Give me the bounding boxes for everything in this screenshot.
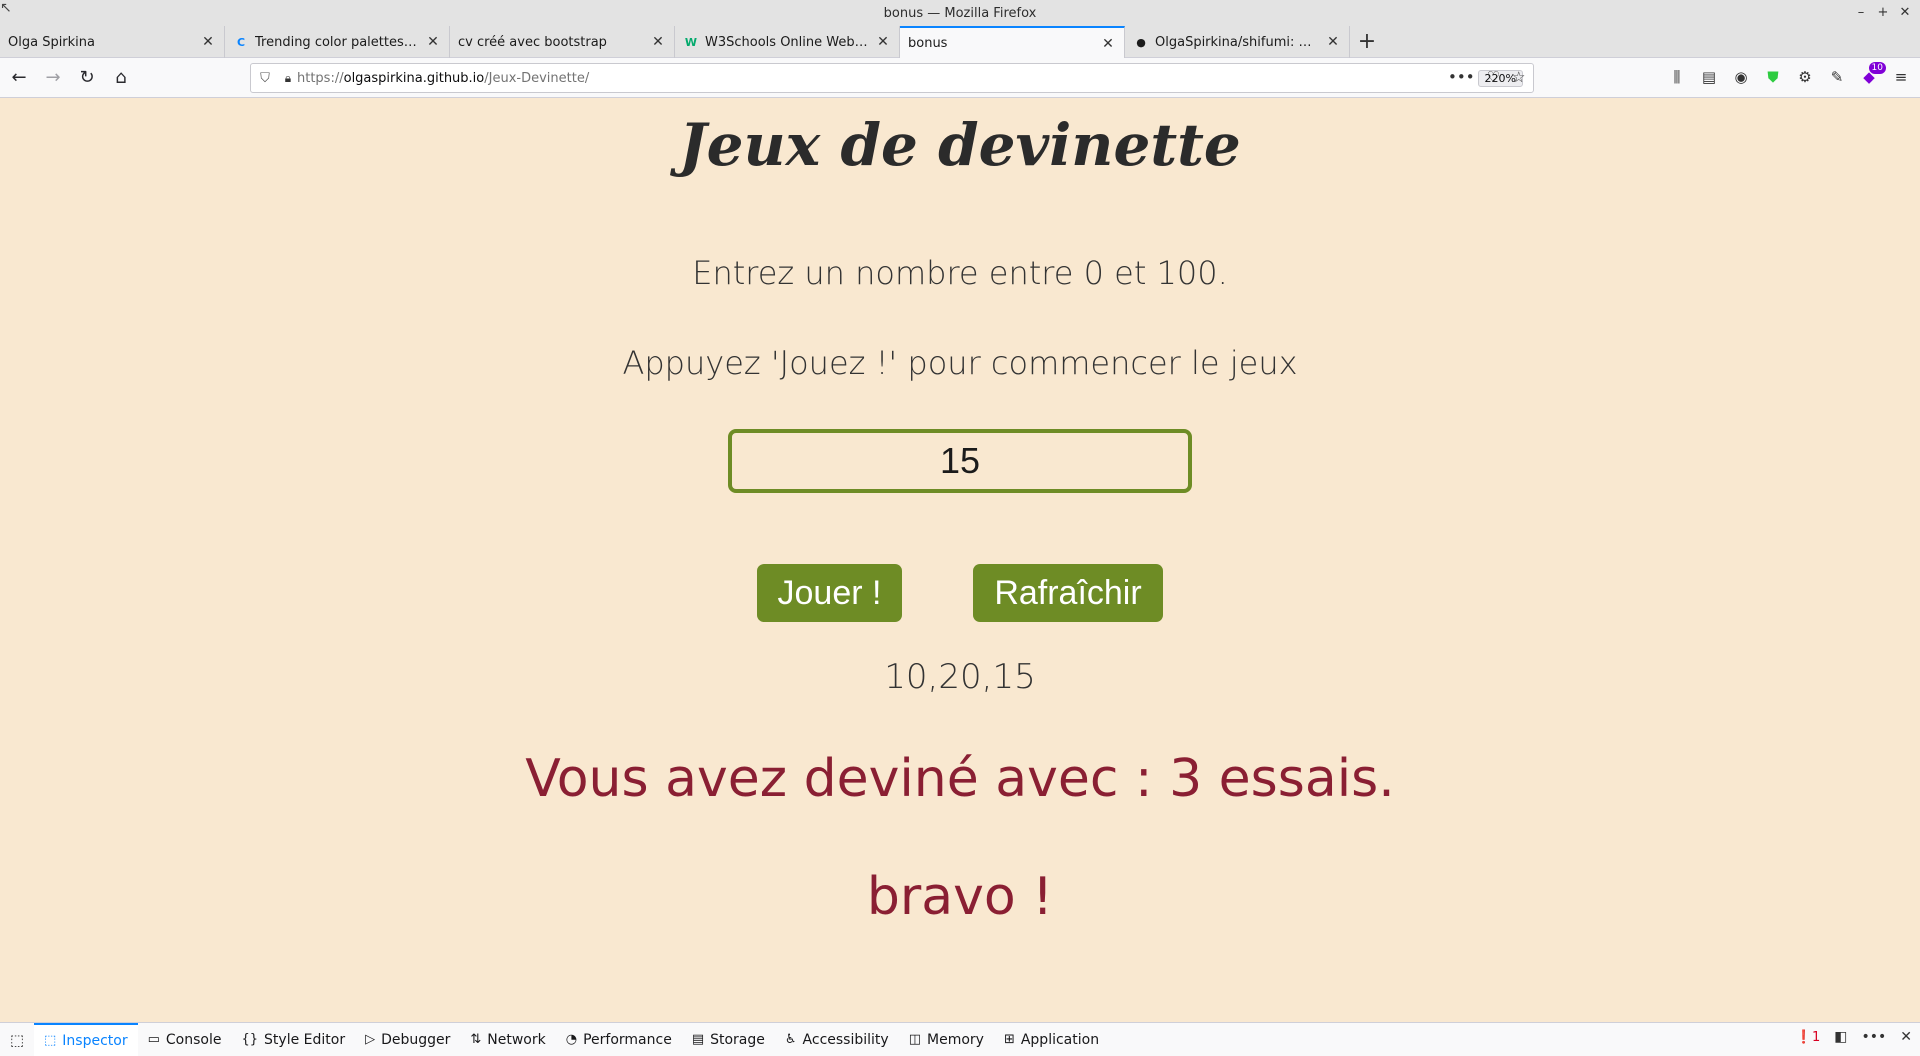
devtools-tab-inspector[interactable]: ⬚ Inspector (34, 1022, 138, 1056)
close-tab-icon[interactable]: ✕ (650, 34, 666, 50)
tab-cv-bootstrap[interactable]: cv créé avec bootstrap ✕ (450, 26, 675, 58)
instruction-range: Entrez un nombre entre 0 et 100. (692, 254, 1228, 292)
devtools-right-controls: ❗1 ◧ ••• ✕ (1796, 1029, 1912, 1045)
instruction-start: Appuyez 'Jouez !' pour commencer le jeux (622, 344, 1298, 382)
tracking-protection-icon[interactable]: ⛉ (251, 71, 279, 86)
cursor-icon: ↖ (0, 0, 12, 16)
refresh-button[interactable]: Rafraîchir (973, 564, 1163, 622)
navigation-toolbar: ← → ↻ ⌂ ⛉ 🔒︎ https://olgaspirkina.github… (0, 58, 1920, 98)
tab-label: Trending color palettes - Coo (255, 34, 419, 50)
menu-icon[interactable]: ≡ (1890, 66, 1912, 88)
guess-history: 10,20,15 (884, 657, 1036, 697)
tab-label: OlgaSpirkina/shifumi: playing (1155, 34, 1319, 50)
page-title: Jeux de devinette (679, 111, 1241, 179)
bookmark-star-icon[interactable]: ☆ (1512, 68, 1525, 86)
page-content: Jeux de devinette Entrez un nombre entre… (0, 99, 1920, 1022)
element-picker-icon[interactable]: ⬚ (0, 1031, 34, 1049)
reload-icon[interactable]: ↻ (72, 63, 102, 93)
home-icon[interactable]: ⌂ (106, 63, 136, 93)
close-tab-icon[interactable]: ✕ (425, 34, 441, 50)
error-count[interactable]: ❗1 (1796, 1030, 1820, 1045)
url-bar[interactable]: ⛉ 🔒︎ https://olgaspirkina.github.io/Jeux… (250, 63, 1534, 93)
badge-count: 10 (1868, 62, 1886, 74)
window-title: bonus — Mozilla Firefox (883, 5, 1037, 21)
library-icon[interactable]: ⫼ (1666, 66, 1688, 88)
devtools-tab-debugger[interactable]: ▷ Debugger (355, 1023, 460, 1056)
url-text[interactable]: https://olgaspirkina.github.io/Jeux-Devi… (297, 71, 1478, 86)
application-icon: ⊞ (1003, 1032, 1015, 1047)
console-icon: ▭ (147, 1032, 160, 1047)
tab-coolors[interactable]: C Trending color palettes - Coo ✕ (225, 26, 450, 58)
inspector-icon: ⬚ (44, 1033, 57, 1048)
tab-w3schools[interactable]: W W3Schools Online Web Tutor ✕ (675, 26, 900, 58)
devtools-tab-application[interactable]: ⊞ Application (994, 1023, 1109, 1056)
devtools-tab-storage[interactable]: ▤ Storage (682, 1023, 775, 1056)
coolors-icon: C (236, 35, 246, 49)
pocket-icon[interactable]: ♡ (1487, 68, 1500, 86)
tab-label: cv créé avec bootstrap (458, 34, 607, 50)
w3schools-icon: W (684, 35, 698, 49)
devtools-menu-icon[interactable]: ••• (1861, 1029, 1886, 1045)
close-tab-icon[interactable]: ✕ (1325, 34, 1341, 50)
minimize-button[interactable]: – (1852, 3, 1870, 21)
devtools-tab-performance[interactable]: ◔ Performance (556, 1023, 682, 1056)
tab-github-shifumi[interactable]: ● OlgaSpirkina/shifumi: playing ✕ (1125, 26, 1350, 58)
debugger-icon: ▷ (365, 1032, 376, 1047)
devtools-tab-network[interactable]: ⇅ Network (460, 1023, 555, 1056)
dock-toggle-icon[interactable]: ◧ (1834, 1029, 1847, 1045)
close-tab-icon[interactable]: ✕ (1100, 36, 1116, 52)
color-picker-icon[interactable]: ✎ (1826, 66, 1848, 88)
devtools-tab-accessibility[interactable]: ♿︎ Accessibility (775, 1023, 899, 1056)
memory-icon: ◫ (908, 1032, 921, 1047)
style-editor-icon: {} (241, 1032, 259, 1047)
tab-label: bonus (908, 36, 948, 51)
window-titlebar: ↖ bonus — Mozilla Firefox – + ✕ (0, 0, 1920, 26)
extension-shield-icon[interactable]: ⛊ (1762, 66, 1784, 88)
extension-badge-icon[interactable]: ◆ 10 (1858, 62, 1886, 88)
performance-icon: ◔ (565, 1032, 578, 1047)
devtools-tab-console[interactable]: ▭ Console (138, 1023, 232, 1056)
close-tab-icon[interactable]: ✕ (200, 34, 216, 50)
github-icon: ● (1136, 35, 1146, 49)
lock-icon[interactable]: 🔒︎ (279, 71, 297, 86)
tab-strip: Olga Spirkina ✕ C Trending color palette… (0, 26, 1920, 59)
close-tab-icon[interactable]: ✕ (875, 34, 891, 50)
back-icon[interactable]: ← (4, 63, 34, 93)
congrats-message: bravo ! (866, 867, 1054, 927)
page-actions-menu-icon[interactable]: ••• (1448, 68, 1475, 86)
accessibility-icon: ♿︎ (784, 1032, 797, 1047)
devtools-toolbar: ⬚ ⬚ Inspector ▭ Console {} Style Editor ▷ De… (0, 1022, 1920, 1056)
new-tab-button[interactable]: + (1350, 26, 1384, 57)
maximize-button[interactable]: + (1874, 3, 1892, 21)
play-button[interactable]: Jouer ! (757, 564, 902, 622)
page-actions: ••• ♡ ☆ (1448, 68, 1525, 86)
extension-icon[interactable]: ⚙ (1794, 66, 1816, 88)
error-icon: ❗ (1795, 1029, 1812, 1045)
sidebar-icon[interactable]: ▤ (1698, 66, 1720, 88)
toolbar-right: ⫼ ▤ ◉ ⛊ ⚙ ✎ ◆ 10 ≡ (1666, 62, 1912, 88)
tab-label: W3Schools Online Web Tutor (705, 34, 869, 50)
close-window-button[interactable]: ✕ (1896, 3, 1914, 21)
window-controls: – + ✕ (1852, 3, 1914, 21)
network-icon: ⇅ (470, 1032, 482, 1047)
storage-icon: ▤ (691, 1032, 705, 1047)
close-devtools-icon[interactable]: ✕ (1900, 1029, 1912, 1045)
tab-label: Olga Spirkina (8, 34, 96, 50)
devtools-tab-memory[interactable]: ◫ Memory (899, 1023, 994, 1056)
guess-input[interactable] (728, 429, 1192, 493)
forward-icon[interactable]: → (38, 63, 68, 93)
tab-bonus[interactable]: bonus ✕ (900, 26, 1125, 59)
devtools-tab-style-editor[interactable]: {} Style Editor (231, 1023, 355, 1056)
account-icon[interactable]: ◉ (1730, 66, 1752, 88)
result-message: Vous avez deviné avec : 3 essais. (525, 749, 1395, 809)
tab-olga-spirkina[interactable]: Olga Spirkina ✕ (0, 26, 225, 58)
